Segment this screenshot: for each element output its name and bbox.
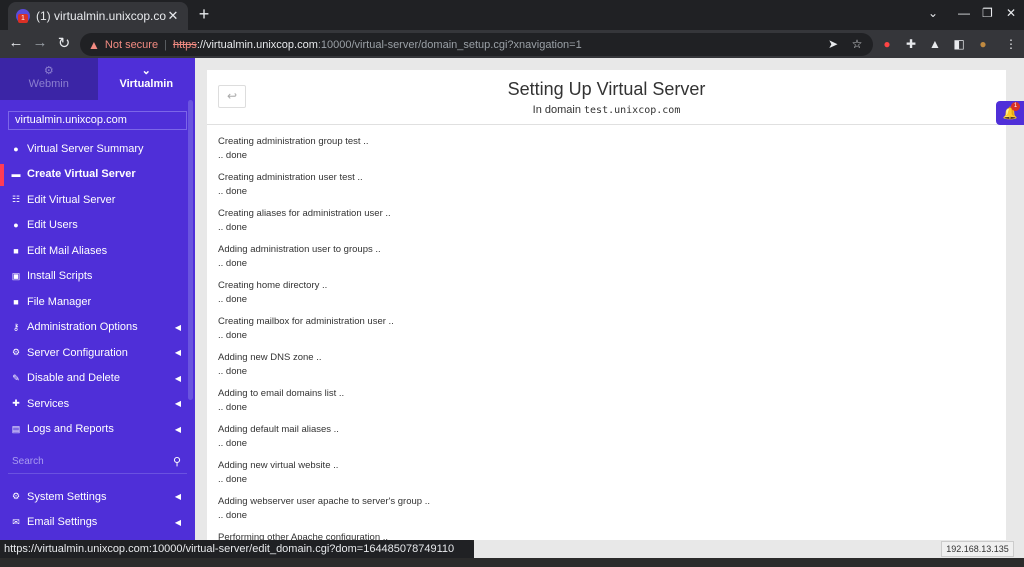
browser-toolbar: ← → ↻ ▲ Not secure | https ://virtualmin… xyxy=(0,30,1024,58)
sidebar-item-virtual-server-summary[interactable]: ● Virtual Server Summary xyxy=(0,136,195,162)
users-icon: ● xyxy=(13,220,19,231)
wrench-icon: ✎ xyxy=(12,372,20,383)
url-host: ://virtualmin.unixcop.com xyxy=(196,38,318,51)
caret-left-icon: ◀ xyxy=(174,373,181,383)
puzzle-icon: ✚ xyxy=(12,398,20,409)
browser-tab[interactable]: 1 (1) virtualmin.unixcop.com ✕ xyxy=(8,2,188,30)
domain-name: test.unixcop.com xyxy=(584,105,681,116)
tab-title: (1) virtualmin.unixcop.com xyxy=(36,9,166,23)
ip-address-label: 192.168.13.135 xyxy=(941,541,1014,557)
search-icon[interactable]: ⚲ xyxy=(173,455,181,468)
extension-shield-icon[interactable]: ● xyxy=(880,37,894,51)
lab-flask-icon[interactable]: ▲ xyxy=(928,37,942,51)
domain-select[interactable]: virtualmin.unixcop.com xyxy=(8,111,187,130)
notification-count: 1 xyxy=(1011,102,1020,111)
document-icon: ▤ xyxy=(11,423,21,434)
back-icon[interactable]: ← xyxy=(6,34,26,51)
log-entry: Adding webserver user apache to server's… xyxy=(218,496,430,521)
sidebar-item-services[interactable]: ✚ Services ◀ xyxy=(0,391,195,417)
sidebar-item-system-settings[interactable]: ⚙ System Settings ◀ xyxy=(0,484,195,510)
sidebar-item-administration-options[interactable]: ⚷ Administration Options ◀ xyxy=(0,315,195,341)
restore-button[interactable]: ❐ xyxy=(982,6,993,20)
sidebar-item-edit-users[interactable]: ● Edit Users xyxy=(0,213,195,239)
bookmark-star-icon[interactable]: ☆ xyxy=(850,37,864,51)
send-icon[interactable]: ➤ xyxy=(826,37,840,51)
key-icon: ⚷ xyxy=(12,321,20,332)
log-entry: Adding to email domains list .... done xyxy=(218,388,345,413)
sidebar-search[interactable]: Search ⚲ xyxy=(8,450,187,474)
url-path: :10000/virtual-server/domain_setup.cgi?x… xyxy=(317,38,582,51)
log-entry: Adding default mail aliases .... done xyxy=(218,424,339,449)
address-bar[interactable]: ▲ Not secure | https ://virtualmin.unixc… xyxy=(80,33,873,56)
forward-icon[interactable]: → xyxy=(30,34,50,51)
profile-avatar-icon[interactable]: ● xyxy=(976,37,990,51)
gear-icon: ⚙ xyxy=(11,491,21,502)
log-entry: Adding administration user to groups ...… xyxy=(218,244,381,269)
main-panel: ↩ Setting Up Virtual Server In domain te… xyxy=(207,70,1006,543)
caret-left-icon: ◀ xyxy=(174,348,181,358)
close-tab-icon[interactable]: ✕ xyxy=(166,8,180,24)
sidebar-item-logs-and-reports[interactable]: ▤ Logs and Reports ◀ xyxy=(0,417,195,443)
log-entry: Creating administration user test .... d… xyxy=(218,172,363,197)
caret-left-icon: ◀ xyxy=(174,322,181,332)
extensions-puzzle-icon[interactable]: ✚ xyxy=(904,37,918,51)
virtualmin-chevron-icon: ⌄ xyxy=(141,65,151,77)
browser-tabstrip: 1 (1) virtualmin.unixcop.com ✕ + ⌄ — ❐ ✕ xyxy=(0,0,1024,30)
log-entry: Adding new DNS zone .... done xyxy=(218,352,322,377)
install-scripts-icon: ▣ xyxy=(11,270,21,281)
envelope-icon: ✉ xyxy=(12,516,20,527)
url-scheme: https xyxy=(172,38,197,51)
sidebar-item-file-manager[interactable]: ■ File Manager xyxy=(0,289,195,315)
setup-log: Creating administration group test .... … xyxy=(207,125,1006,567)
mail-aliases-icon: ■ xyxy=(13,245,19,256)
tab-virtualmin[interactable]: ⌄ Virtualmin xyxy=(97,58,195,100)
reload-icon[interactable]: ↻ xyxy=(54,34,74,52)
caret-left-icon: ◀ xyxy=(174,492,181,502)
minimize-button[interactable]: — xyxy=(958,6,970,20)
sidebar-item-edit-mail-aliases[interactable]: ■ Edit Mail Aliases xyxy=(0,238,195,264)
side-panel-icon[interactable]: ◧ xyxy=(952,37,966,51)
log-entry: Adding new virtual website .... done xyxy=(218,460,339,485)
warning-icon: ▲ xyxy=(88,37,100,52)
sidebar-item-server-configuration[interactable]: ⚙ Server Configuration ◀ xyxy=(0,340,195,366)
page-title: Setting Up Virtual Server xyxy=(507,79,706,99)
sidebar: ⚙ Webmin ⌄ Virtualmin virtualmin.unixcop… xyxy=(0,58,195,558)
new-tab-button[interactable]: + xyxy=(194,4,214,25)
sidebar-item-disable-and-delete[interactable]: ✎ Disable and Delete ◀ xyxy=(0,366,195,392)
link-status-bar: https://virtualmin.unixcop.com:10000/vir… xyxy=(0,540,474,558)
create-server-icon: ▬ xyxy=(11,169,21,180)
tab-webmin[interactable]: ⚙ Webmin xyxy=(0,58,98,100)
sliders-icon: ☷ xyxy=(11,194,21,205)
folder-icon: ■ xyxy=(13,296,19,307)
sidebar-item-create-virtual-server[interactable]: ▬ Create Virtual Server xyxy=(0,162,195,188)
log-entry: Creating mailbox for administration user… xyxy=(218,316,394,341)
caret-left-icon: ◀ xyxy=(174,424,181,434)
log-entry: Creating administration group test .... … xyxy=(218,136,369,161)
cogs-icon: ⚙ xyxy=(11,347,21,358)
not-secure-label: Not secure xyxy=(104,38,159,51)
log-entry: Creating home directory .... done xyxy=(218,280,328,305)
sidebar-item-edit-virtual-server[interactable]: ☷ Edit Virtual Server xyxy=(0,187,195,213)
sidebar-scrollbar[interactable] xyxy=(188,100,193,400)
favicon-icon: 1 xyxy=(16,9,30,23)
caret-left-icon: ◀ xyxy=(174,517,181,527)
sidebar-item-email-settings[interactable]: ✉ Email Settings ◀ xyxy=(0,510,195,536)
webmin-logo-icon: ⚙ xyxy=(43,65,54,77)
notifications-bell-button[interactable]: 🔔 1 xyxy=(996,101,1024,125)
page-subtitle: In domain test.unixcop.com xyxy=(532,104,681,116)
search-placeholder: Search xyxy=(12,456,44,467)
sidebar-item-install-scripts[interactable]: ▣ Install Scripts xyxy=(0,264,195,290)
log-entry: Creating aliases for administration user… xyxy=(218,208,391,233)
panel-header: ↩ Setting Up Virtual Server In domain te… xyxy=(207,70,1006,125)
tab-search-icon[interactable]: ⌄ xyxy=(928,6,938,20)
close-window-button[interactable]: ✕ xyxy=(1006,6,1016,20)
browser-menu-icon[interactable]: ⋮ xyxy=(1004,37,1018,51)
caret-left-icon: ◀ xyxy=(174,399,181,409)
info-icon: ● xyxy=(13,143,19,154)
